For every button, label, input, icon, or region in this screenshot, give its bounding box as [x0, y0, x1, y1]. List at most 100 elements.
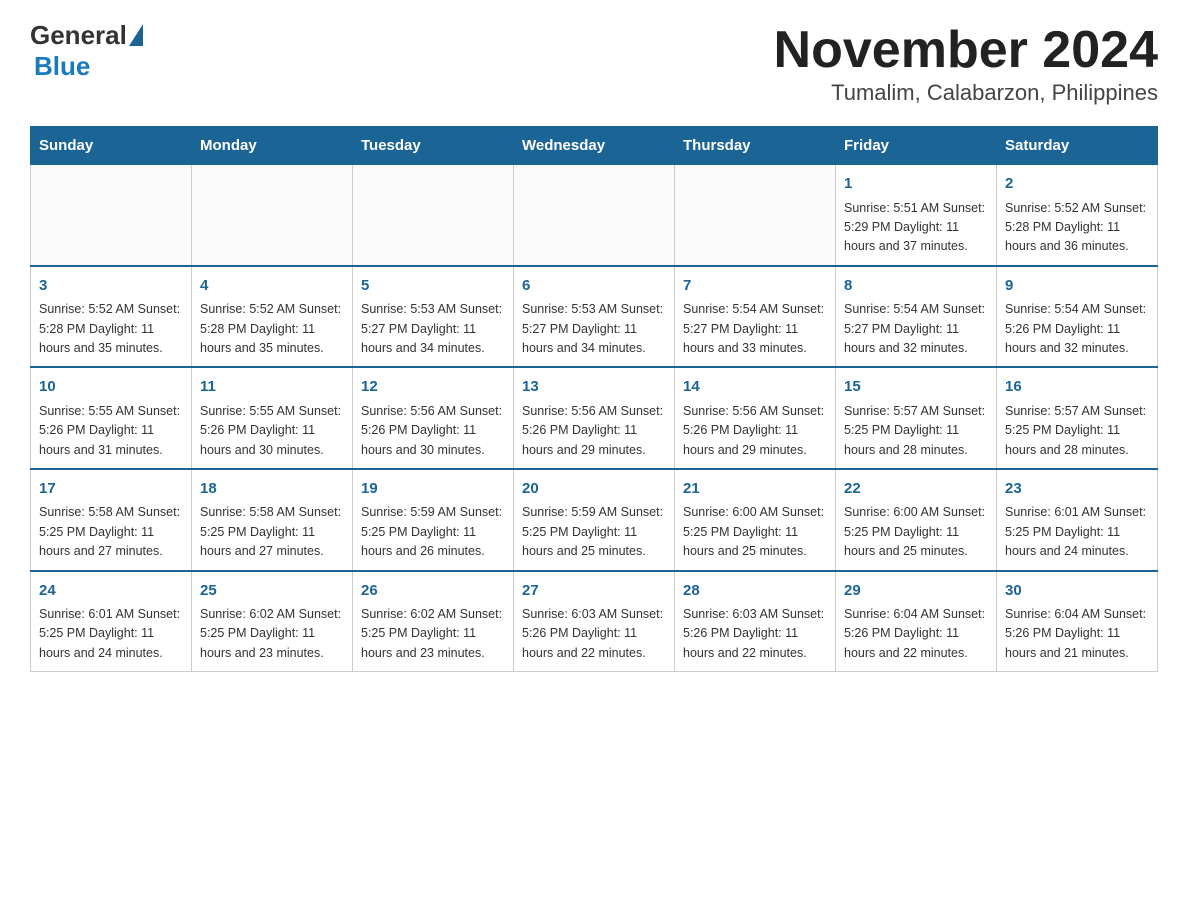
- day-number: 23: [1005, 478, 1149, 501]
- calendar-cell: 29Sunrise: 6:04 AM Sunset: 5:26 PM Dayli…: [836, 571, 997, 672]
- day-info: Sunrise: 6:03 AM Sunset: 5:26 PM Dayligh…: [522, 605, 666, 663]
- calendar-cell: 11Sunrise: 5:55 AM Sunset: 5:26 PM Dayli…: [192, 367, 353, 469]
- day-info: Sunrise: 6:04 AM Sunset: 5:26 PM Dayligh…: [1005, 605, 1149, 663]
- calendar-day-header: Wednesday: [514, 127, 675, 165]
- calendar-cell: [675, 165, 836, 266]
- calendar-cell: 15Sunrise: 5:57 AM Sunset: 5:25 PM Dayli…: [836, 367, 997, 469]
- calendar-cell: 13Sunrise: 5:56 AM Sunset: 5:26 PM Dayli…: [514, 367, 675, 469]
- day-number: 5: [361, 275, 505, 298]
- calendar-week-row: 1 Sunrise: 5:51 AM Sunset: 5:29 PM Daylig…: [31, 165, 1158, 266]
- day-info: Sunrise: 6:02 AM Sunset: 5:25 PM Dayligh…: [200, 605, 344, 663]
- calendar-cell: 20Sunrise: 5:59 AM Sunset: 5:25 PM Dayli…: [514, 469, 675, 571]
- day-info: Sunrise: 5:51 AM Sunset: 5:29 PM Dayligh…: [844, 199, 988, 257]
- day-number: 9: [1005, 275, 1149, 298]
- day-info: Sunrise: 5:52 AM Sunset: 5:28 PM Dayligh…: [1005, 199, 1149, 257]
- calendar-table: SundayMondayTuesdayWednesdayThursdayFrid…: [30, 126, 1158, 672]
- day-number: 3: [39, 275, 183, 298]
- day-info: Sunrise: 6:00 AM Sunset: 5:25 PM Dayligh…: [683, 503, 827, 561]
- calendar-week-row: 17Sunrise: 5:58 AM Sunset: 5:25 PM Dayli…: [31, 469, 1158, 571]
- calendar-cell: 17Sunrise: 5:58 AM Sunset: 5:25 PM Dayli…: [31, 469, 192, 571]
- calendar-cell: 21Sunrise: 6:00 AM Sunset: 5:25 PM Dayli…: [675, 469, 836, 571]
- day-info: Sunrise: 5:53 AM Sunset: 5:27 PM Dayligh…: [522, 300, 666, 358]
- calendar-subtitle: Tumalim, Calabarzon, Philippines: [774, 80, 1158, 106]
- calendar-cell: 18Sunrise: 5:58 AM Sunset: 5:25 PM Dayli…: [192, 469, 353, 571]
- day-info: Sunrise: 5:57 AM Sunset: 5:25 PM Dayligh…: [1005, 402, 1149, 460]
- calendar-day-header: Friday: [836, 127, 997, 165]
- calendar-week-row: 3Sunrise: 5:52 AM Sunset: 5:28 PM Daylig…: [31, 266, 1158, 368]
- day-number: 14: [683, 376, 827, 399]
- day-info: Sunrise: 5:56 AM Sunset: 5:26 PM Dayligh…: [361, 402, 505, 460]
- day-number: 1: [844, 173, 988, 196]
- page-header: General Blue November 2024 Tumalim, Cala…: [30, 20, 1158, 106]
- day-number: 2: [1005, 173, 1149, 196]
- calendar-cell: 3Sunrise: 5:52 AM Sunset: 5:28 PM Daylig…: [31, 266, 192, 368]
- day-number: 18: [200, 478, 344, 501]
- day-info: Sunrise: 5:59 AM Sunset: 5:25 PM Dayligh…: [522, 503, 666, 561]
- day-info: Sunrise: 5:53 AM Sunset: 5:27 PM Dayligh…: [361, 300, 505, 358]
- calendar-cell: 26Sunrise: 6:02 AM Sunset: 5:25 PM Dayli…: [353, 571, 514, 672]
- day-info: Sunrise: 6:02 AM Sunset: 5:25 PM Dayligh…: [361, 605, 505, 663]
- day-info: Sunrise: 5:55 AM Sunset: 5:26 PM Dayligh…: [200, 402, 344, 460]
- day-number: 17: [39, 478, 183, 501]
- calendar-cell: 10Sunrise: 5:55 AM Sunset: 5:26 PM Dayli…: [31, 367, 192, 469]
- day-number: 26: [361, 580, 505, 603]
- logo: General Blue: [30, 20, 143, 82]
- day-info: Sunrise: 5:54 AM Sunset: 5:27 PM Dayligh…: [683, 300, 827, 358]
- day-number: 27: [522, 580, 666, 603]
- calendar-cell: 4Sunrise: 5:52 AM Sunset: 5:28 PM Daylig…: [192, 266, 353, 368]
- calendar-cell: 5Sunrise: 5:53 AM Sunset: 5:27 PM Daylig…: [353, 266, 514, 368]
- calendar-cell: 6Sunrise: 5:53 AM Sunset: 5:27 PM Daylig…: [514, 266, 675, 368]
- day-number: 21: [683, 478, 827, 501]
- calendar-cell: 12 Sunrise: 5:56 AM Sunset: 5:26 PM Dayli…: [353, 367, 514, 469]
- calendar-cell: 9Sunrise: 5:54 AM Sunset: 5:26 PM Daylig…: [997, 266, 1158, 368]
- calendar-cell: 2 Sunrise: 5:52 AM Sunset: 5:28 PM Daylig…: [997, 165, 1158, 266]
- calendar-week-row: 24Sunrise: 6:01 AM Sunset: 5:25 PM Dayli…: [31, 571, 1158, 672]
- calendar-day-header: Saturday: [997, 127, 1158, 165]
- calendar-cell: 1 Sunrise: 5:51 AM Sunset: 5:29 PM Daylig…: [836, 165, 997, 266]
- calendar-cell: [192, 165, 353, 266]
- calendar-week-row: 10Sunrise: 5:55 AM Sunset: 5:26 PM Dayli…: [31, 367, 1158, 469]
- day-number: 29: [844, 580, 988, 603]
- day-number: 4: [200, 275, 344, 298]
- calendar-cell: 25Sunrise: 6:02 AM Sunset: 5:25 PM Dayli…: [192, 571, 353, 672]
- day-info: Sunrise: 5:52 AM Sunset: 5:28 PM Dayligh…: [39, 300, 183, 358]
- day-number: 20: [522, 478, 666, 501]
- calendar-cell: 7Sunrise: 5:54 AM Sunset: 5:27 PM Daylig…: [675, 266, 836, 368]
- calendar-day-header: Tuesday: [353, 127, 514, 165]
- day-number: 7: [683, 275, 827, 298]
- calendar-cell: 19Sunrise: 5:59 AM Sunset: 5:25 PM Dayli…: [353, 469, 514, 571]
- day-number: 30: [1005, 580, 1149, 603]
- day-info: Sunrise: 6:01 AM Sunset: 5:25 PM Dayligh…: [39, 605, 183, 663]
- day-number: 24: [39, 580, 183, 603]
- calendar-header-row: SundayMondayTuesdayWednesdayThursdayFrid…: [31, 127, 1158, 165]
- day-number: 13: [522, 376, 666, 399]
- day-info: Sunrise: 5:54 AM Sunset: 5:27 PM Dayligh…: [844, 300, 988, 358]
- day-info: Sunrise: 6:03 AM Sunset: 5:26 PM Dayligh…: [683, 605, 827, 663]
- calendar-cell: 16 Sunrise: 5:57 AM Sunset: 5:25 PM Dayli…: [997, 367, 1158, 469]
- calendar-cell: [353, 165, 514, 266]
- calendar-cell: 24Sunrise: 6:01 AM Sunset: 5:25 PM Dayli…: [31, 571, 192, 672]
- day-info: Sunrise: 6:04 AM Sunset: 5:26 PM Dayligh…: [844, 605, 988, 663]
- day-info: Sunrise: 5:52 AM Sunset: 5:28 PM Dayligh…: [200, 300, 344, 358]
- day-info: Sunrise: 5:57 AM Sunset: 5:25 PM Dayligh…: [844, 402, 988, 460]
- logo-general-text: General: [30, 20, 127, 51]
- calendar-title: November 2024: [774, 20, 1158, 80]
- day-number: 25: [200, 580, 344, 603]
- day-info: Sunrise: 5:56 AM Sunset: 5:26 PM Dayligh…: [683, 402, 827, 460]
- day-number: 16: [1005, 376, 1149, 399]
- calendar-day-header: Thursday: [675, 127, 836, 165]
- day-number: 22: [844, 478, 988, 501]
- calendar-cell: 23Sunrise: 6:01 AM Sunset: 5:25 PM Dayli…: [997, 469, 1158, 571]
- day-info: Sunrise: 6:01 AM Sunset: 5:25 PM Dayligh…: [1005, 503, 1149, 561]
- day-info: Sunrise: 5:58 AM Sunset: 5:25 PM Dayligh…: [39, 503, 183, 561]
- calendar-cell: 28Sunrise: 6:03 AM Sunset: 5:26 PM Dayli…: [675, 571, 836, 672]
- calendar-cell: 8Sunrise: 5:54 AM Sunset: 5:27 PM Daylig…: [836, 266, 997, 368]
- calendar-day-header: Sunday: [31, 127, 192, 165]
- calendar-cell: 30Sunrise: 6:04 AM Sunset: 5:26 PM Dayli…: [997, 571, 1158, 672]
- day-info: Sunrise: 5:55 AM Sunset: 5:26 PM Dayligh…: [39, 402, 183, 460]
- calendar-cell: 27Sunrise: 6:03 AM Sunset: 5:26 PM Dayli…: [514, 571, 675, 672]
- day-number: 8: [844, 275, 988, 298]
- day-number: 28: [683, 580, 827, 603]
- day-number: 12: [361, 376, 505, 399]
- calendar-cell: 22Sunrise: 6:00 AM Sunset: 5:25 PM Dayli…: [836, 469, 997, 571]
